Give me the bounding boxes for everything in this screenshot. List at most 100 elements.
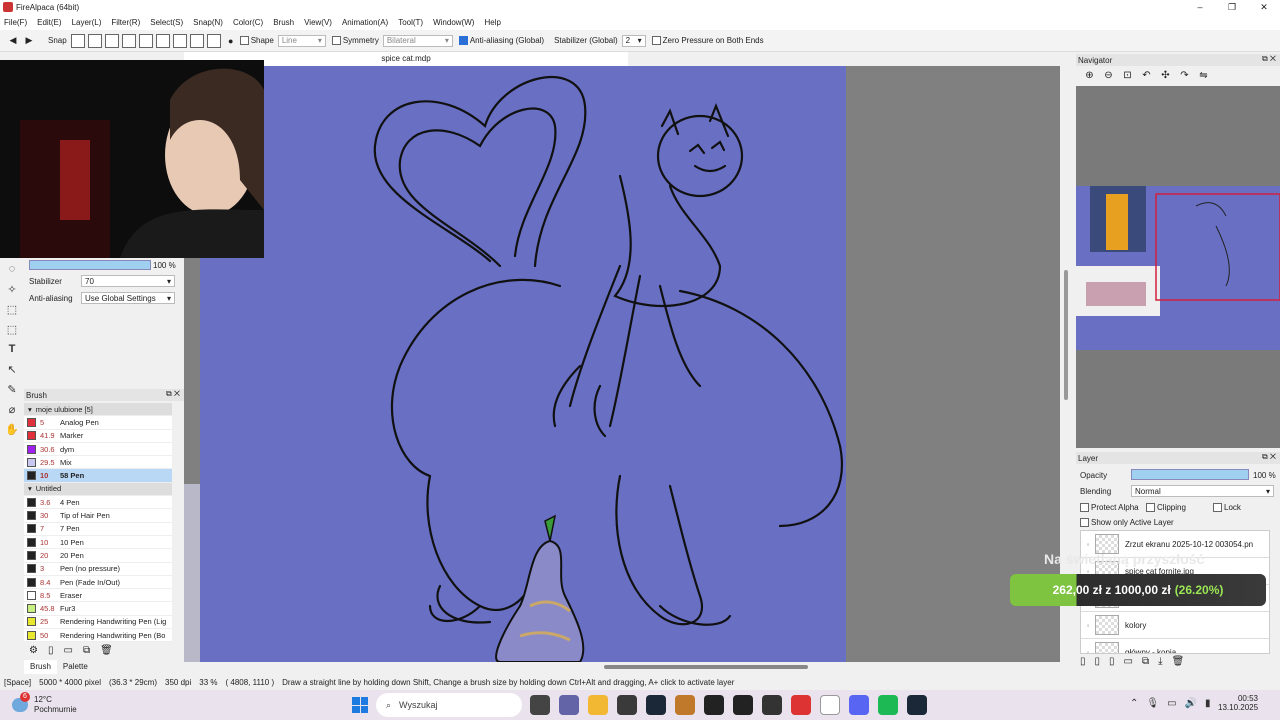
menu-file[interactable]: File(F) xyxy=(4,18,27,27)
menu-view[interactable]: View(V) xyxy=(304,18,332,27)
brush-item[interactable]: 25 Rendering Handwriting Pen (Lig xyxy=(24,615,172,630)
show-only-active-toggle[interactable]: Show only Active Layer xyxy=(1080,518,1174,527)
tool-antialias-select[interactable]: Use Global Settings ▾ xyxy=(81,292,175,304)
select-eraser-icon[interactable]: ⬚ xyxy=(5,322,19,336)
tray-chevron-icon[interactable]: ⌃ xyxy=(1130,698,1138,709)
minimize-button[interactable]: – xyxy=(1184,0,1216,14)
brush-item[interactable]: 29.5 Mix xyxy=(24,456,172,470)
teams-icon[interactable] xyxy=(559,695,579,715)
spotify-icon[interactable] xyxy=(878,695,898,715)
brush-item[interactable]: 30 Tip of Hair Pen xyxy=(24,509,172,523)
protect-alpha-toggle[interactable]: Protect Alpha xyxy=(1080,503,1139,512)
snap-settings-icon[interactable]: ● xyxy=(224,34,238,48)
brush-item[interactable]: 30.6 dym xyxy=(24,442,172,457)
layer-item[interactable]: ◦ kolory xyxy=(1081,612,1269,639)
visibility-icon[interactable]: ◦ xyxy=(1081,621,1095,630)
snap-parallel-icon[interactable] xyxy=(87,33,102,48)
snap-concentric-icon[interactable] xyxy=(138,33,153,48)
brush-item[interactable]: 7 7 Pen xyxy=(24,522,172,536)
select-pen-icon[interactable]: ⬚ xyxy=(5,302,19,316)
brush-item[interactable]: 8.5 Eraser xyxy=(24,589,172,603)
new-1bit-layer-icon[interactable]: ▯ xyxy=(1109,656,1115,667)
menu-color[interactable]: Color(C) xyxy=(233,18,263,27)
drawing-canvas[interactable] xyxy=(200,66,846,662)
menu-window[interactable]: Window(W) xyxy=(433,18,474,27)
brush-group[interactable]: ▾ Untitled xyxy=(24,482,172,497)
text-tool-icon[interactable]: T xyxy=(5,342,19,356)
taskbar-clock[interactable]: 00:53 13.10.2025 xyxy=(1218,694,1258,712)
menu-filter[interactable]: Filter(R) xyxy=(111,18,140,27)
lock-checkbox[interactable] xyxy=(1213,503,1222,512)
blending-select[interactable]: Normal ▾ xyxy=(1131,485,1274,497)
menu-snap[interactable]: Snap(N) xyxy=(193,18,223,27)
new-8bit-layer-icon[interactable]: ▯ xyxy=(1095,656,1101,667)
merge-down-icon[interactable]: ⤓ xyxy=(1158,656,1162,667)
shape-checkbox[interactable] xyxy=(239,36,249,45)
protect-alpha-checkbox[interactable] xyxy=(1080,503,1089,512)
k-app-icon[interactable] xyxy=(733,695,753,715)
visibility-icon[interactable]: ◦ xyxy=(1081,540,1095,549)
next-frame-icon[interactable]: ▶ xyxy=(22,34,36,48)
brush-item[interactable]: 20 20 Pen xyxy=(24,549,172,563)
rotate-left-icon[interactable]: ↶ xyxy=(1137,70,1156,81)
new-layer-icon[interactable]: ▯ xyxy=(1080,656,1086,667)
brush-item[interactable]: 50 Rendering Handwriting Pen (Bo xyxy=(24,629,172,643)
pc-app-icon[interactable] xyxy=(704,695,724,715)
zoom-in-icon[interactable]: ⊕ xyxy=(1080,70,1099,81)
snap-off-icon[interactable] xyxy=(70,33,85,48)
eyedropper-icon[interactable]: ⌀ xyxy=(5,402,19,416)
delete-layer-icon[interactable]: 🗑 xyxy=(1172,656,1185,667)
brush-item[interactable]: 45.8 Fur3 xyxy=(24,602,172,616)
duplicate-layer-icon[interactable]: ⧉ xyxy=(1142,656,1149,667)
duplicate-brush-icon[interactable]: ⧉ xyxy=(83,645,90,656)
show-only-active-checkbox[interactable] xyxy=(1080,518,1089,527)
rotate-right-icon[interactable]: ↷ xyxy=(1175,70,1194,81)
firealpaca-icon[interactable] xyxy=(820,695,840,715)
zero-pressure-checkbox[interactable] xyxy=(651,36,661,45)
brush-folder-icon[interactable]: ▭ xyxy=(63,645,72,656)
network-icon[interactable]: ▭ xyxy=(1167,698,1176,709)
prev-frame-icon[interactable]: ◀ xyxy=(6,34,20,48)
flip-icon[interactable]: ⇋ xyxy=(1194,70,1213,81)
divide-tool-icon[interactable]: ✎ xyxy=(5,382,19,396)
menu-edit[interactable]: Edit(E) xyxy=(37,18,61,27)
symmetry-select[interactable]: Bilateral ▾ xyxy=(382,34,453,47)
panel-close-icon[interactable]: ⧉ ✕ xyxy=(166,389,180,399)
tab-palette[interactable]: Palette xyxy=(57,660,94,674)
snap-radial-icon[interactable] xyxy=(155,33,170,48)
brush-item[interactable]: 3.6 4 Pen xyxy=(24,496,172,510)
shape-select[interactable]: Line ▾ xyxy=(277,34,326,47)
navigator-preview[interactable] xyxy=(1076,86,1280,448)
menu-help[interactable]: Help xyxy=(484,18,500,27)
archive-app-icon[interactable] xyxy=(617,695,637,715)
clipping-checkbox[interactable] xyxy=(1146,503,1155,512)
snap-grid-icon[interactable] xyxy=(189,33,204,48)
horizontal-scrollbar[interactable] xyxy=(604,665,808,669)
close-button[interactable]: ✕ xyxy=(1248,0,1280,14)
opera-icon[interactable] xyxy=(791,695,811,715)
zoom-out-icon[interactable]: ⊖ xyxy=(1099,70,1118,81)
brush-settings-icon[interactable]: ⚙ xyxy=(29,645,38,656)
stabilizer-select[interactable]: 2 ▾ xyxy=(621,34,646,47)
magic-wand-icon[interactable]: ✧ xyxy=(5,282,19,296)
volume-icon[interactable]: 🔊 xyxy=(1185,698,1197,709)
obs-icon[interactable] xyxy=(762,695,782,715)
operation-tool-icon[interactable]: ↖ xyxy=(5,362,19,376)
brush-item[interactable]: 8.4 Pen (Fade In/Out) xyxy=(24,575,172,590)
snap-diagonal-icon[interactable] xyxy=(121,33,136,48)
discord-icon[interactable] xyxy=(849,695,869,715)
fit-window-icon[interactable]: ⊡ xyxy=(1118,70,1137,81)
snap-curve-icon[interactable] xyxy=(172,33,187,48)
vertical-scrollbar[interactable] xyxy=(1064,270,1068,400)
lasso-icon[interactable]: ◌ xyxy=(5,262,19,276)
file-explorer-icon[interactable] xyxy=(588,695,608,715)
battery-icon[interactable]: ▮ xyxy=(1205,698,1211,709)
reset-view-icon[interactable]: ✣ xyxy=(1156,70,1175,81)
lock-toggle[interactable]: Lock xyxy=(1213,503,1241,512)
brush-opacity-slider[interactable] xyxy=(29,260,151,270)
new-brush-icon[interactable]: ▯ xyxy=(48,645,54,656)
windows-start-icon[interactable] xyxy=(352,697,368,713)
clipping-toggle[interactable]: Clipping xyxy=(1146,503,1186,512)
brush-group[interactable]: ▾ moje ulubione [5] xyxy=(24,403,172,417)
weather-widget[interactable]: 6 12°C Pochmurnie xyxy=(10,692,100,718)
